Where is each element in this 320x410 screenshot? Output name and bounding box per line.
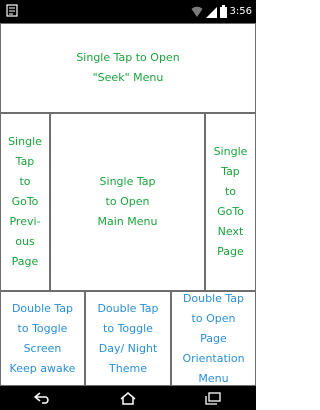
prev-zone-line: Tap: [15, 155, 35, 168]
main-zone-label: Single Tap to Open Main Menu: [98, 172, 158, 232]
main-zone-line: to Open: [105, 195, 150, 208]
awake-zone-line: to Toggle: [17, 321, 68, 335]
prev-zone-line: to: [19, 175, 31, 188]
theme-zone-line: Theme: [109, 361, 147, 375]
next-zone-line: Page: [217, 245, 244, 258]
orient-zone-line: Orientation: [182, 351, 245, 365]
prev-zone-line: Page: [11, 255, 39, 268]
awake-zone-line: Double Tap: [11, 301, 74, 315]
orient-zone-label: Double Tap to Open Page Orientation Menu: [182, 289, 244, 389]
orient-zone-line: Double Tap: [182, 291, 245, 305]
prev-zone-line: GoTo: [11, 195, 39, 208]
main-zone-line: Main Menu: [97, 215, 158, 228]
seek-zone-label: Single Tap to Open "Seek" Menu: [76, 48, 179, 88]
seek-zone-line: Single Tap to Open: [76, 51, 180, 64]
prev-zone-line: Single: [8, 135, 42, 148]
navigation-bar: [0, 386, 256, 410]
theme-zone-line: Double Tap: [97, 301, 159, 315]
next-zone-line: Single: [213, 145, 248, 158]
theme-zone-line: to Toggle: [103, 321, 153, 335]
next-zone-line: Tap: [221, 165, 240, 178]
home-icon: [120, 391, 136, 405]
prev-zone-line: Previ-: [9, 215, 41, 228]
home-button[interactable]: [108, 388, 148, 408]
battery-icon: [219, 5, 227, 18]
theme-zone-line: Day/ Night: [98, 341, 158, 355]
orient-zone-line: Page: [200, 331, 227, 345]
day-night-theme-tap-zone[interactable]: Double Tap to Toggle Day/ Night Theme: [85, 291, 171, 386]
prev-zone-line: ous: [15, 235, 35, 248]
previous-page-tap-zone[interactable]: Single Tap to GoTo Previ- ous Page: [0, 113, 50, 291]
tap-zone-canvas: Single Tap to Open "Seek" Menu Single Ta…: [0, 23, 256, 386]
seek-zone-line: "Seek" Menu: [92, 71, 164, 84]
cellular-signal-icon: [205, 6, 217, 18]
main-menu-tap-zone[interactable]: Single Tap to Open Main Menu: [50, 113, 205, 291]
page-orientation-tap-zone[interactable]: Double Tap to Open Page Orientation Menu: [171, 291, 256, 386]
status-bar: 3:56: [0, 0, 256, 23]
seek-menu-tap-zone[interactable]: Single Tap to Open "Seek" Menu: [0, 23, 256, 113]
awake-zone-line: Screen: [23, 341, 62, 355]
theme-zone-label: Double Tap to Toggle Day/ Night Theme: [97, 299, 158, 379]
status-icons: 3:56: [191, 4, 252, 19]
recent-apps-icon: [205, 391, 221, 405]
keep-awake-tap-zone[interactable]: Double Tap to Toggle Screen Keep awake: [0, 291, 85, 386]
next-zone-line: to: [224, 185, 237, 198]
recent-apps-button[interactable]: [193, 388, 233, 408]
next-zone-line: GoTo: [217, 205, 244, 218]
prev-zone-label: Single Tap to GoTo Previ- ous Page: [8, 132, 42, 272]
next-page-tap-zone[interactable]: Single Tap to GoTo Next Page: [205, 113, 256, 291]
orient-zone-line: to Open: [191, 311, 236, 325]
clock-time: 3:56: [229, 6, 252, 17]
notification-icon: [6, 4, 18, 17]
awake-zone-label: Double Tap to Toggle Screen Keep awake: [10, 299, 76, 379]
back-button[interactable]: [23, 388, 63, 408]
awake-zone-line: Keep awake: [9, 361, 76, 375]
back-icon: [33, 392, 49, 404]
wifi-icon: [191, 6, 203, 17]
next-zone-line: Next: [217, 225, 244, 238]
main-zone-line: Single Tap: [99, 175, 156, 188]
next-zone-label: Single Tap to GoTo Next Page: [214, 142, 248, 262]
